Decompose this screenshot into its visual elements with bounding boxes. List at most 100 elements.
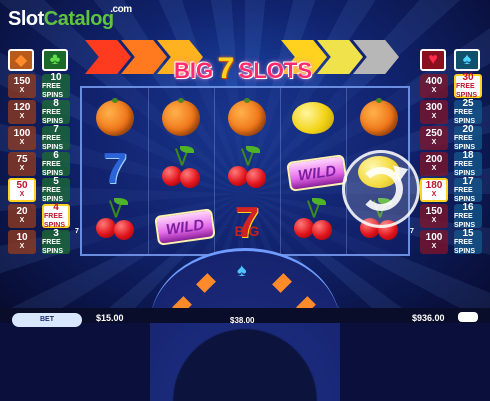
left-multiplier-value: 50 (16, 180, 28, 191)
right-freespins-value: 16 (462, 201, 474, 213)
left-freespins-value: 10 (50, 71, 62, 83)
reel-4: WILD (280, 88, 348, 254)
right-multiplier-value: 100 (425, 232, 443, 243)
logo-domain: .com (110, 4, 132, 15)
big-seven-symbol: 7 BIG (222, 200, 272, 246)
left-multiplier-unit: X (19, 191, 25, 198)
balance-value: $936.00 (412, 313, 445, 323)
left-multiplier-cell: 50 X (8, 178, 36, 202)
right-multiplier-unit: X (431, 139, 437, 146)
left-freespins-unit: FREE SPINS (42, 238, 64, 255)
right-freespins-unit: FREE SPINS (454, 160, 476, 177)
left-freespins-value: 8 (53, 97, 59, 109)
left-freespins-unit: FREE SPINS (42, 186, 64, 203)
row-marker-left: 7 (75, 228, 79, 235)
menu-icon[interactable] (458, 312, 478, 322)
right-freespins-cell: 18 FREE SPINS (454, 149, 482, 177)
right-freespins-value: 30 (462, 71, 474, 83)
left-freespins-cell: 10 FREE SPINS (42, 71, 70, 99)
right-multiplier-cell: 180 X (420, 178, 448, 202)
bet-button[interactable]: BET (12, 313, 82, 327)
right-freespins-cell: 16 FREE SPINS (454, 201, 482, 229)
left-multiplier-value: 75 (16, 154, 28, 165)
title-big: BIG (173, 58, 214, 83)
right-multiplier-cell: 250 X (420, 126, 448, 150)
left-freespins-cell: 5 FREE SPINS (42, 176, 70, 203)
left-multiplier-cell: 100 X (8, 126, 36, 150)
right-multiplier-value: 300 (425, 102, 443, 113)
heart-icon: ♥ (420, 49, 446, 71)
right-multiplier-unit: X (431, 191, 437, 198)
right-multiplier-value: 400 (425, 76, 443, 87)
right-freespins-unit: FREE SPINS (454, 212, 476, 229)
wild-symbol: WILD (286, 148, 348, 194)
right-multiplier-cell: 400 X (420, 74, 448, 98)
cherry-symbol (222, 146, 272, 194)
right-freespins-unit: FREE SPINS (454, 108, 476, 125)
reel-2: WILD (148, 88, 216, 254)
left-multiplier-value: 120 (13, 102, 31, 113)
orange-symbol (90, 94, 140, 140)
left-multiplier-unit: X (19, 217, 25, 224)
left-freespins-cell: 6 FREE SPINS (42, 149, 70, 177)
left-freespins-unit: FREE SPINS (42, 160, 64, 177)
right-freespins-unit: FREE SPINS (454, 134, 476, 151)
wild-symbol: WILD (154, 202, 216, 248)
logo-text-a: Slot (8, 8, 44, 30)
cherry-symbol (90, 198, 140, 246)
orange-symbol (156, 94, 206, 140)
spade-icon: ♠ (237, 260, 247, 280)
left-multiplier-value: 10 (16, 232, 28, 243)
chevron-1 (85, 40, 131, 74)
right-multiplier-unit: X (431, 87, 437, 94)
bet-value: $15.00 (96, 313, 124, 323)
right-freespins-value: 15 (462, 227, 474, 239)
right-freespins-value: 20 (462, 123, 474, 135)
left-freespins-unit: FREE SPINS (42, 108, 64, 125)
right-freespins-cell: 15 FREE SPINS (454, 227, 482, 255)
left-multiplier-value: 100 (13, 128, 31, 139)
spin-button[interactable] (342, 150, 420, 228)
right-freespins-unit: FREE SPINS (454, 238, 476, 255)
right-multiplier-value: 150 (425, 206, 443, 217)
orange-symbol (354, 94, 404, 140)
left-multiplier-cell: 120 X (8, 100, 36, 124)
spade-icon: ♠ (454, 49, 480, 71)
left-multiplier-value: 150 (13, 76, 31, 87)
cherry-symbol (156, 146, 206, 194)
left-multiplier-unit: X (19, 139, 25, 146)
right-multiplier-value: 200 (425, 154, 443, 165)
right-freespins-value: 17 (462, 175, 474, 187)
left-multiplier-unit: X (19, 165, 25, 172)
right-freespins-cell: 30 FREE SPINS (454, 71, 482, 99)
right-multiplier-cell: 200 X (420, 152, 448, 176)
left-freespins-cell: 4 FREE SPINS (42, 202, 70, 229)
left-multiplier-value: 20 (16, 206, 28, 217)
right-multiplier-unit: X (431, 113, 437, 120)
right-freespins-value: 25 (462, 97, 474, 109)
cherry-symbol (288, 198, 338, 246)
right-freespins-unit: FREE SPINS (456, 82, 478, 99)
logo-text-b: Catalog (43, 8, 114, 30)
right-multiplier-unit: X (431, 243, 437, 250)
right-multiplier-cell: 150 X (420, 204, 448, 228)
row-marker-right: 7 (410, 228, 414, 235)
big-seven-label: BIG (234, 223, 260, 239)
left-multiplier-unit: X (19, 87, 25, 94)
left-freespins-cell: 7 FREE SPINS (42, 124, 70, 151)
left-freespins-value: 3 (53, 227, 59, 239)
left-multiplier-unit: X (19, 243, 25, 250)
right-freespins-value: 18 (462, 149, 474, 161)
site-logo: SlotCatalog .com (8, 4, 132, 31)
left-multiplier-cell: 150 X (8, 74, 36, 98)
right-freespins-cell: 25 FREE SPINS (454, 97, 482, 125)
left-freespins-value: 6 (53, 149, 59, 161)
left-freespins-cell: 8 FREE SPINS (42, 97, 70, 125)
right-freespins-unit: FREE SPINS (454, 186, 476, 203)
left-multiplier-cell: 10 X (8, 230, 36, 254)
win-value: $38.00 (230, 316, 255, 325)
reel-3: 7 BIG (214, 88, 281, 254)
lemon-symbol (288, 94, 338, 140)
right-multiplier-cell: 100 X (420, 230, 448, 254)
right-freespins-cell: 17 FREE SPINS (454, 175, 482, 203)
